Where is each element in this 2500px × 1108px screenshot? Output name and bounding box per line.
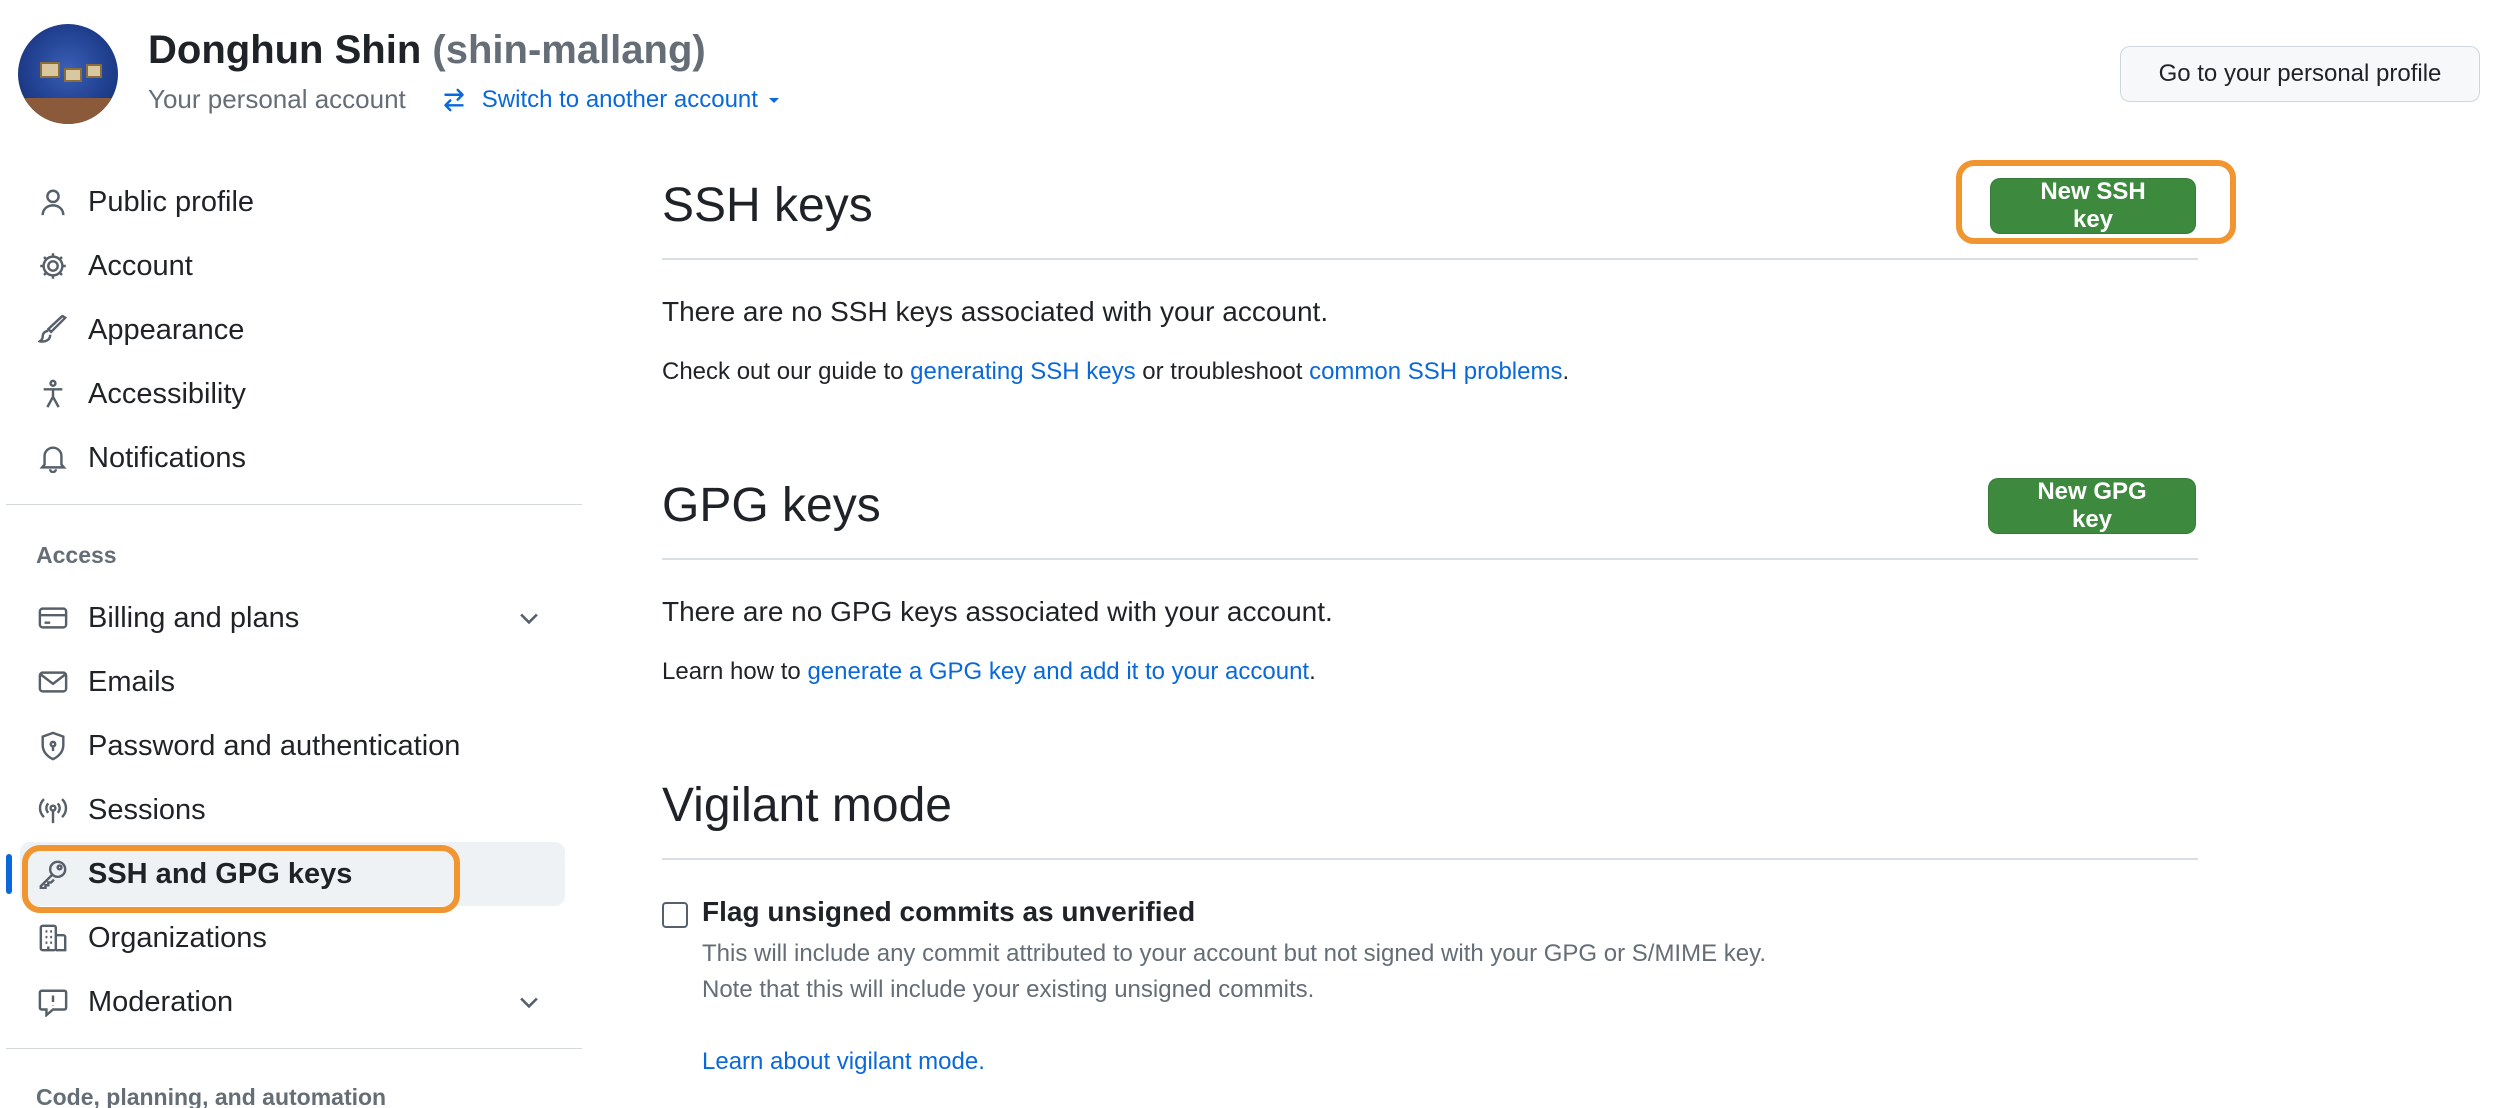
sidebar-item-organizations[interactable]: Organizations <box>20 906 565 970</box>
display-name: Donghun Shin <box>148 28 422 72</box>
sidebar-divider <box>6 504 582 505</box>
ssh-guide-middle: or troubleshoot <box>1135 358 1310 385</box>
paintbrush-icon <box>34 311 72 349</box>
sidebar-item-notifications[interactable]: Notifications <box>20 426 565 490</box>
credit-card-icon <box>34 599 72 637</box>
generating-ssh-keys-link[interactable]: generating SSH keys <box>910 358 1135 385</box>
person-icon <box>34 183 72 221</box>
account-subtitle-row: Your personal account Switch to another … <box>148 84 796 115</box>
ssh-keys-title: SSH keys <box>662 179 873 232</box>
sidebar-divider <box>6 1048 582 1049</box>
sidebar-item-label: Organizations <box>88 921 267 954</box>
mail-icon <box>34 663 72 701</box>
gpg-keys-title: GPG keys <box>662 479 881 532</box>
chevron-down-icon[interactable] <box>515 604 543 632</box>
account-name: Donghun Shin (shin-mallang) <box>148 28 706 73</box>
learn-vigilant-mode-link[interactable]: Learn about vigilant mode. <box>702 1048 985 1076</box>
sidebar-item-label: Public profile <box>88 185 255 218</box>
vigilant-description-line2: Note that this will include your existin… <box>702 976 1315 1003</box>
generate-gpg-key-link[interactable]: generate a GPG key and add it to your ac… <box>807 658 1309 685</box>
gpg-learn-suffix: . <box>1309 658 1316 685</box>
ssh-guide-suffix: . <box>1562 358 1570 385</box>
sidebar-item-label: Billing and plans <box>88 601 300 634</box>
avatar[interactable] <box>18 24 118 124</box>
report-icon <box>34 983 72 1021</box>
flag-unsigned-commits-label[interactable]: Flag unsigned commits as unverified <box>702 896 1195 928</box>
key-icon <box>34 855 72 893</box>
username: (shin-mallang) <box>432 28 706 72</box>
sidebar-item-password-auth[interactable]: Password and authentication <box>20 714 565 778</box>
organization-icon <box>34 919 72 957</box>
sidebar-item-label: Appearance <box>88 313 245 346</box>
sidebar-item-label: Moderation <box>88 985 234 1018</box>
sidebar-item-billing[interactable]: Billing and plans <box>20 586 565 650</box>
sidebar-item-label: Notifications <box>88 441 246 474</box>
sidebar-section-code-planning: Code, planning, and automation <box>36 1084 387 1108</box>
sidebar-item-appearance[interactable]: Appearance <box>20 298 565 362</box>
sidebar-item-accessibility[interactable]: Accessibility <box>20 362 565 426</box>
vigilant-description-line1: This will include any commit attributed … <box>702 940 1767 967</box>
sidebar-item-label: SSH and GPG keys <box>88 857 353 890</box>
gear-icon <box>34 247 72 285</box>
caret-down-icon <box>768 97 779 103</box>
sidebar-item-sessions[interactable]: Sessions <box>20 778 565 842</box>
ssh-guide-text: Check out our guide to generating SSH ke… <box>662 358 1569 386</box>
switch-account-link[interactable]: Switch to another account <box>440 86 796 114</box>
accessibility-icon <box>34 375 72 413</box>
new-ssh-key-button[interactable]: New SSH key <box>1990 178 2196 234</box>
gpg-learn-prefix: Learn how to <box>662 658 808 685</box>
section-divider <box>662 558 2198 560</box>
sidebar-item-public-profile[interactable]: Public profile <box>20 170 565 234</box>
new-gpg-key-button[interactable]: New GPG key <box>1988 478 2196 534</box>
sidebar-item-emails[interactable]: Emails <box>20 650 565 714</box>
chevron-down-icon[interactable] <box>515 988 543 1016</box>
gpg-empty-message: There are no GPG keys associated with yo… <box>662 596 1333 627</box>
bell-icon <box>34 439 72 477</box>
sidebar-item-label: Sessions <box>88 793 206 826</box>
broadcast-icon <box>34 791 72 829</box>
sidebar-section-access: Access <box>36 542 117 568</box>
section-divider <box>662 858 2198 860</box>
sidebar-item-moderation[interactable]: Moderation <box>20 970 565 1034</box>
ssh-guide-prefix: Check out our guide to <box>662 358 911 385</box>
sidebar-item-label: Password and authentication <box>88 729 461 762</box>
vigilant-mode-title: Vigilant mode <box>662 779 952 832</box>
sidebar-item-label: Emails <box>88 665 176 698</box>
section-divider <box>662 258 2198 260</box>
common-ssh-problems-link[interactable]: common SSH problems <box>1309 358 1562 385</box>
sidebar-item-account[interactable]: Account <box>20 234 565 298</box>
sidebar-item-label: Accessibility <box>88 377 246 410</box>
go-to-profile-button[interactable]: Go to your personal profile <box>2120 46 2480 102</box>
account-type-label: Your personal account <box>148 84 406 114</box>
sidebar-item-label: Account <box>88 249 193 282</box>
ssh-empty-message: There are no SSH keys associated with yo… <box>662 296 1329 327</box>
flag-unsigned-commits-checkbox[interactable] <box>662 902 688 928</box>
sidebar-item-ssh-gpg-keys[interactable]: SSH and GPG keys <box>6 842 565 906</box>
arrow-switch-icon <box>444 88 464 111</box>
shield-icon <box>34 727 72 765</box>
switch-account-label: Switch to another account <box>481 85 758 113</box>
gpg-learn-text: Learn how to generate a GPG key and add … <box>662 658 1316 686</box>
